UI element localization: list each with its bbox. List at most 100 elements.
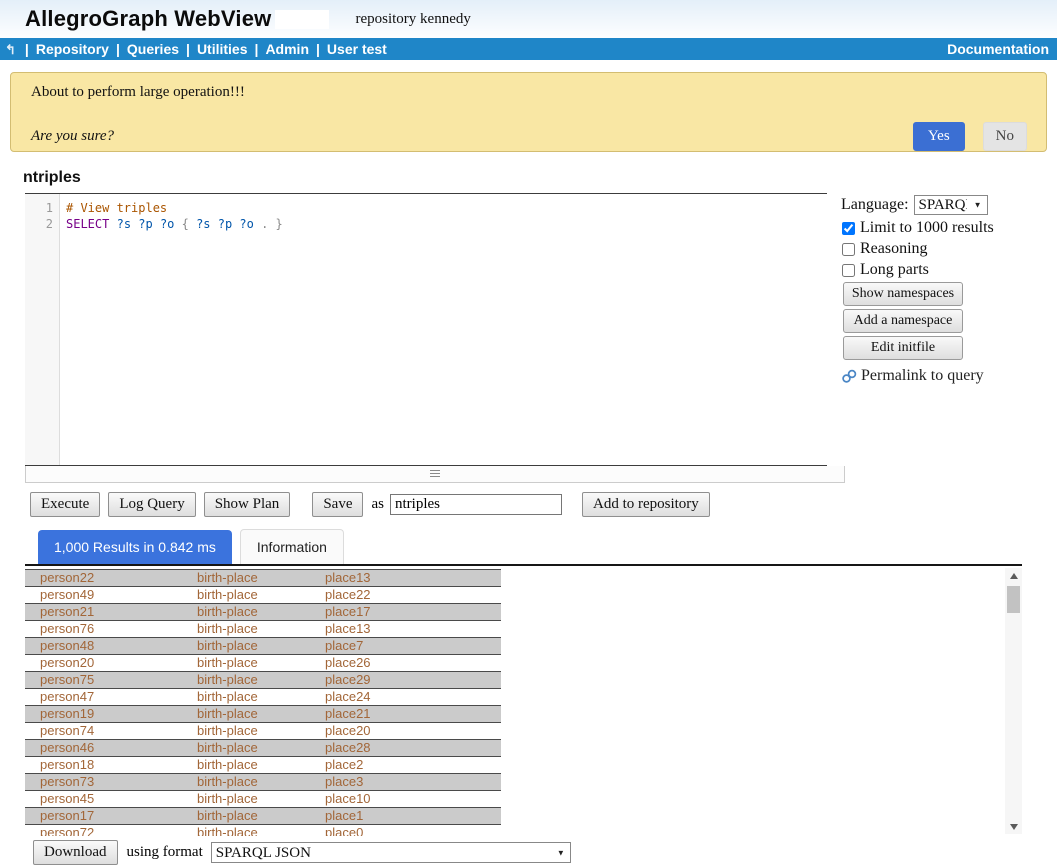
download-button[interactable]: Download — [33, 840, 118, 865]
object-cell[interactable]: place3 — [325, 774, 501, 790]
table-row[interactable]: person45birth-placeplace10 — [25, 791, 501, 808]
edit-initfile-button[interactable]: Edit initfile — [843, 336, 963, 360]
tab-information[interactable]: Information — [240, 529, 344, 564]
predicate-cell[interactable]: birth-place — [197, 791, 325, 807]
subject-cell[interactable]: person76 — [25, 621, 197, 637]
subject-cell[interactable]: person75 — [25, 672, 197, 688]
checkbox-limit-to-1000-results[interactable] — [842, 222, 855, 235]
subject-cell[interactable]: person19 — [25, 706, 197, 722]
yes-button[interactable]: Yes — [913, 122, 965, 151]
predicate-cell[interactable]: birth-place — [197, 621, 325, 637]
query-editor[interactable]: 12 # View triplesSELECT ?s ?p ?o { ?s ?p… — [25, 193, 827, 466]
subject-cell[interactable]: person46 — [25, 740, 197, 756]
nav-item-queries[interactable]: Queries — [127, 41, 179, 57]
table-row[interactable]: person46birth-placeplace28 — [25, 740, 501, 757]
predicate-cell[interactable]: birth-place — [197, 723, 325, 739]
nav-item-utilities[interactable]: Utilities — [197, 41, 248, 57]
predicate-cell[interactable]: birth-place — [197, 689, 325, 705]
object-cell[interactable]: place10 — [325, 791, 501, 807]
nav-item-admin[interactable]: Admin — [265, 41, 309, 57]
object-cell[interactable]: place29 — [325, 672, 501, 688]
object-cell[interactable]: place0 — [325, 825, 501, 836]
object-cell[interactable]: place21 — [325, 706, 501, 722]
predicate-cell[interactable]: birth-place — [197, 774, 325, 790]
show-namespaces-button[interactable]: Show namespaces — [843, 282, 963, 306]
object-cell[interactable]: place20 — [325, 723, 501, 739]
object-cell[interactable]: place13 — [325, 621, 501, 637]
object-cell[interactable]: place28 — [325, 740, 501, 756]
object-cell[interactable]: place22 — [325, 587, 501, 603]
predicate-cell[interactable]: birth-place — [197, 740, 325, 756]
checkbox-long-parts[interactable] — [842, 264, 855, 277]
subject-cell[interactable]: person73 — [25, 774, 197, 790]
table-row[interactable]: person18birth-placeplace2 — [25, 757, 501, 774]
subject-cell[interactable]: person20 — [25, 655, 197, 671]
add-a-namespace-button[interactable]: Add a namespace — [843, 309, 963, 333]
table-row[interactable]: person72birth-placeplace0 — [25, 825, 501, 836]
table-row[interactable]: person49birth-placeplace22 — [25, 587, 501, 604]
option-limit-to-1000-results[interactable]: Limit to 1000 results — [841, 219, 1053, 237]
subject-cell[interactable]: person21 — [25, 604, 197, 620]
table-row[interactable]: person76birth-placeplace13 — [25, 621, 501, 638]
table-row[interactable]: person73birth-placeplace3 — [25, 774, 501, 791]
predicate-cell[interactable]: birth-place — [197, 604, 325, 620]
editor-code-area[interactable]: # View triplesSELECT ?s ?p ?o { ?s ?p ?o… — [61, 194, 827, 232]
subject-cell[interactable]: person49 — [25, 587, 197, 603]
subject-cell[interactable]: person48 — [25, 638, 197, 654]
object-cell[interactable]: place13 — [325, 570, 501, 586]
table-row[interactable]: person17birth-placeplace1 — [25, 808, 501, 825]
tab-1-000-results-in-0-842-ms[interactable]: 1,000 Results in 0.842 ms — [38, 530, 232, 564]
table-row[interactable]: person75birth-placeplace29 — [25, 672, 501, 689]
object-cell[interactable]: place7 — [325, 638, 501, 654]
predicate-cell[interactable]: birth-place — [197, 570, 325, 586]
table-row[interactable]: person22birth-placeplace13 — [25, 570, 501, 587]
language-select[interactable]: SPARQL — [914, 195, 988, 215]
editor-resize-handle[interactable] — [25, 466, 845, 483]
nav-item-documentation[interactable]: Documentation — [947, 41, 1049, 57]
results-scrollbar[interactable] — [1005, 568, 1022, 834]
predicate-cell[interactable]: birth-place — [197, 825, 325, 836]
save-name-input[interactable] — [390, 494, 562, 515]
save-button[interactable]: Save — [312, 492, 363, 517]
table-row[interactable]: person48birth-placeplace7 — [25, 638, 501, 655]
subject-cell[interactable]: person45 — [25, 791, 197, 807]
execute-button[interactable]: Execute — [30, 492, 100, 517]
table-row[interactable]: person74birth-placeplace20 — [25, 723, 501, 740]
predicate-cell[interactable]: birth-place — [197, 672, 325, 688]
subject-cell[interactable]: person47 — [25, 689, 197, 705]
predicate-cell[interactable]: birth-place — [197, 638, 325, 654]
predicate-cell[interactable]: birth-place — [197, 587, 325, 603]
subject-cell[interactable]: person18 — [25, 757, 197, 773]
predicate-cell[interactable]: birth-place — [197, 808, 325, 824]
predicate-cell[interactable]: birth-place — [197, 706, 325, 722]
scrollbar-thumb[interactable] — [1007, 586, 1020, 613]
object-cell[interactable]: place1 — [325, 808, 501, 824]
subject-cell[interactable]: person72 — [25, 825, 197, 836]
checkbox-reasoning[interactable] — [842, 243, 855, 256]
option-reasoning[interactable]: Reasoning — [841, 240, 1053, 258]
predicate-cell[interactable]: birth-place — [197, 655, 325, 671]
object-cell[interactable]: place17 — [325, 604, 501, 620]
nav-item-repository[interactable]: Repository — [36, 41, 109, 57]
table-row[interactable]: person21birth-placeplace17 — [25, 604, 501, 621]
predicate-cell[interactable]: birth-place — [197, 757, 325, 773]
back-arrow-icon[interactable]: ↰ — [5, 43, 16, 56]
object-cell[interactable]: place24 — [325, 689, 501, 705]
subject-cell[interactable]: person17 — [25, 808, 197, 824]
object-cell[interactable]: place26 — [325, 655, 501, 671]
scroll-up-button[interactable] — [1005, 568, 1022, 583]
nav-item-user-test[interactable]: User test — [327, 41, 387, 57]
table-row[interactable]: person19birth-placeplace21 — [25, 706, 501, 723]
show-plan-button[interactable]: Show Plan — [204, 492, 291, 517]
table-row[interactable]: person47birth-placeplace24 — [25, 689, 501, 706]
no-button[interactable]: No — [983, 122, 1027, 151]
scroll-down-button[interactable] — [1005, 819, 1022, 834]
subject-cell[interactable]: person74 — [25, 723, 197, 739]
permalink-to-query-link[interactable]: Permalink to query — [841, 367, 1053, 385]
subject-cell[interactable]: person22 — [25, 570, 197, 586]
add-to-repository-button[interactable]: Add to repository — [582, 492, 710, 517]
table-row[interactable]: person20birth-placeplace26 — [25, 655, 501, 672]
option-long-parts[interactable]: Long parts — [841, 261, 1053, 279]
format-select[interactable]: SPARQL JSON — [211, 842, 571, 863]
log-query-button[interactable]: Log Query — [108, 492, 195, 517]
